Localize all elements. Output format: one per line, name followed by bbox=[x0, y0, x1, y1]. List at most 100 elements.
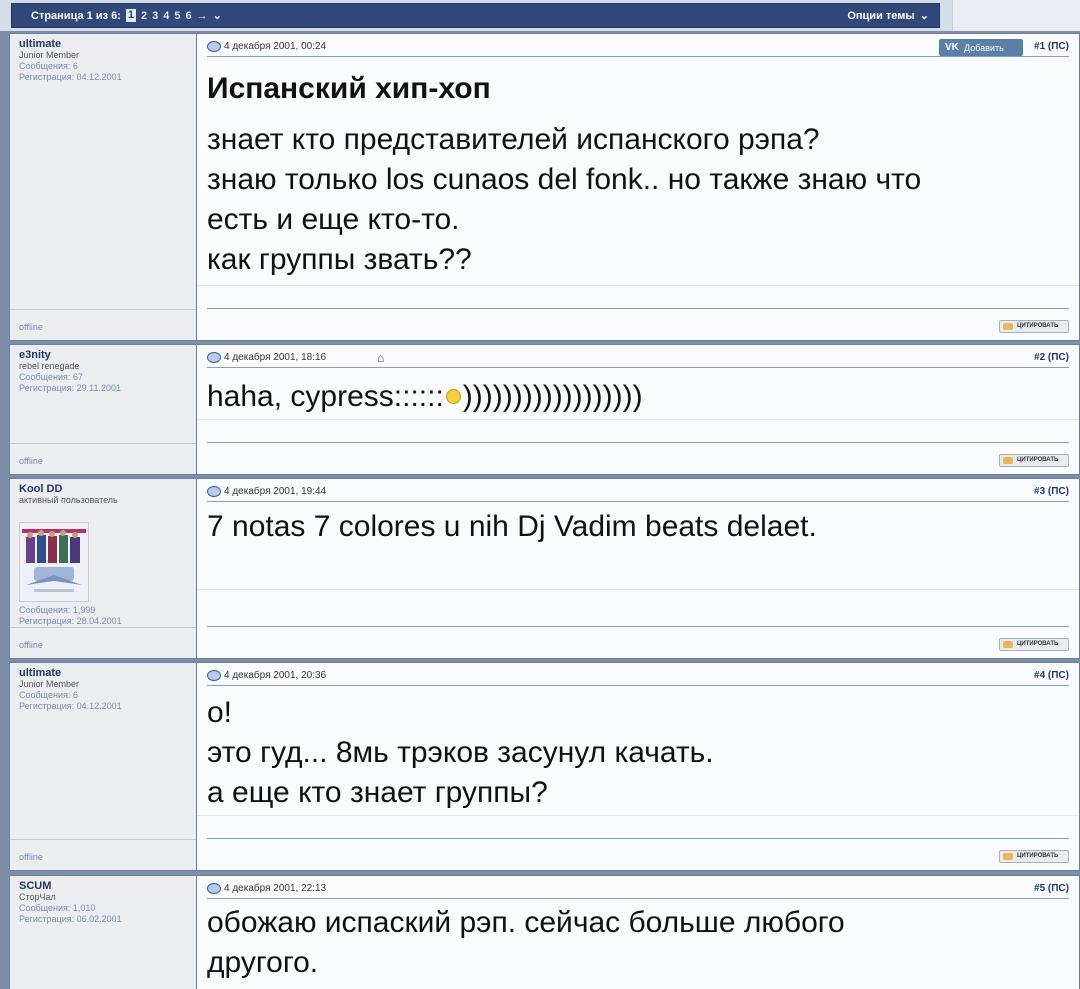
message-line: это гуд... 8мь трэков засунул качать. bbox=[207, 736, 714, 769]
post-footer: ЦИТИРОВАТЬ bbox=[207, 308, 1069, 335]
post-content: 4 декабря 2001, 22:13 #5 (ПС) обожаю исп… bbox=[197, 876, 1079, 989]
thread-toolbar: Страница 1 из 6: 1 2 3 4 5 6 → ⌄ Опции т… bbox=[0, 0, 1080, 31]
user-registration-date: Регистрация: 04.12.2001 bbox=[19, 701, 122, 711]
message-line: о! bbox=[207, 696, 233, 729]
post-bubble-icon bbox=[207, 883, 221, 894]
post-content: 4 декабря 2001, 18:16 ⌂ #2 (ПС) haha, cy… bbox=[197, 345, 1079, 474]
signature-divider bbox=[197, 815, 1079, 816]
user-post-count: Сообщения: 67 bbox=[19, 372, 83, 382]
quote-button[interactable]: ЦИТИРОВАТЬ bbox=[999, 850, 1069, 863]
message-line: как группы звать?? bbox=[207, 243, 472, 276]
user-info-panel: ultimate Junior Member Сообщения: 6 Реги… bbox=[10, 34, 197, 340]
user-panel-divider bbox=[10, 309, 196, 310]
thread-options-menu[interactable]: Опции темы ⌄ bbox=[847, 9, 929, 23]
vk-share-button[interactable]: VK Добавить bbox=[939, 39, 1023, 56]
quote-icon bbox=[1003, 323, 1013, 330]
user-registration-date: Регистрация: 28.04.2001 bbox=[19, 616, 122, 626]
username-link[interactable]: SCUM bbox=[19, 880, 187, 892]
avatar-image bbox=[20, 523, 88, 601]
username-link[interactable]: e3nity bbox=[19, 349, 187, 361]
message-text-end: )))))))))))))))))) bbox=[462, 380, 643, 413]
quote-icon bbox=[1003, 457, 1013, 464]
vk-share-label: Добавить bbox=[964, 43, 1004, 53]
user-registration-date: Регистрация: 29.11.2001 bbox=[19, 383, 121, 393]
page-link-2[interactable]: 2 bbox=[141, 10, 147, 22]
smiley-icon bbox=[445, 388, 461, 404]
post-number-link[interactable]: #5 (ПС) bbox=[1034, 883, 1069, 894]
user-post-count: Сообщения: 1,010 bbox=[19, 903, 96, 913]
quote-button[interactable]: ЦИТИРОВАТЬ bbox=[999, 638, 1069, 651]
post-header: 4 декабря 2001, 00:24 VK Добавить #1 (ПС… bbox=[207, 39, 1069, 57]
quote-button[interactable]: ЦИТИРОВАТЬ bbox=[999, 320, 1069, 333]
post-message: haha, cypress::::::)))))))))))))))))) bbox=[207, 377, 643, 417]
post-2: e3nity rebel renegade Сообщения: 67 Реги… bbox=[9, 344, 1080, 475]
post-title: Испанский хип-хоп bbox=[207, 72, 491, 105]
user-info-panel: e3nity rebel renegade Сообщения: 67 Реги… bbox=[10, 345, 197, 474]
next-page-arrow-icon[interactable]: → bbox=[197, 10, 208, 22]
quote-button[interactable]: ЦИТИРОВАТЬ bbox=[999, 454, 1069, 467]
message-line: другого. bbox=[207, 946, 319, 979]
username-link[interactable]: Kool DD bbox=[19, 483, 187, 495]
quote-label: ЦИТИРОВАТЬ bbox=[1017, 457, 1059, 463]
user-title: СторЧал bbox=[19, 892, 56, 902]
page-link-6[interactable]: 6 bbox=[186, 10, 192, 22]
quote-label: ЦИТИРОВАТЬ bbox=[1017, 853, 1059, 859]
toolbar-tab-area bbox=[952, 0, 1080, 31]
post-message: 7 notas 7 colores u nih Dj Vadim beats d… bbox=[207, 507, 817, 547]
home-icon[interactable]: ⌂ bbox=[377, 351, 384, 365]
post-date: 4 декабря 2001, 19:44 bbox=[224, 486, 327, 497]
signature-divider bbox=[197, 285, 1079, 286]
message-line: есть и еще кто-то. bbox=[207, 203, 460, 236]
user-info-panel: Kool DD активный пользователь Сообщения:… bbox=[10, 479, 197, 658]
user-info-panel: SCUM СторЧал Сообщения: 1,010 Регистраци… bbox=[10, 876, 197, 989]
page-jump-dropdown-icon[interactable]: ⌄ bbox=[213, 9, 222, 22]
chevron-down-icon[interactable]: ⌄ bbox=[920, 9, 929, 22]
thread-options-label[interactable]: Опции темы bbox=[847, 10, 914, 22]
user-title: Junior Member bbox=[19, 50, 80, 60]
username-link[interactable]: ultimate bbox=[19, 38, 187, 50]
username-link[interactable]: ultimate bbox=[19, 667, 187, 679]
page-count-label: Страница 1 из 6: bbox=[31, 9, 121, 22]
post-date: 4 декабря 2001, 18:16 bbox=[224, 352, 327, 363]
user-panel-divider bbox=[10, 839, 196, 840]
post-footer: ЦИТИРОВАТЬ bbox=[207, 626, 1069, 653]
post-number-link[interactable]: #1 (ПС) bbox=[1034, 41, 1069, 52]
page-link-5[interactable]: 5 bbox=[174, 10, 180, 22]
user-info-panel: ultimate Junior Member Сообщения: 6 Реги… bbox=[10, 663, 197, 870]
message-line: а еще кто знает группы? bbox=[207, 776, 548, 809]
user-panel-divider bbox=[10, 443, 196, 444]
signature-divider bbox=[197, 589, 1079, 590]
post-4: ultimate Junior Member Сообщения: 6 Реги… bbox=[9, 662, 1080, 871]
post-bubble-icon bbox=[207, 352, 221, 363]
post-bubble-icon bbox=[207, 670, 221, 681]
post-number-link[interactable]: #2 (ПС) bbox=[1034, 352, 1069, 363]
user-title: Junior Member bbox=[19, 679, 80, 689]
online-status: offline bbox=[19, 640, 43, 650]
post-header: 4 декабря 2001, 22:13 #5 (ПС) bbox=[207, 881, 1069, 899]
post-bubble-icon bbox=[207, 41, 221, 52]
pagination-bar: Страница 1 из 6: 1 2 3 4 5 6 → ⌄ Опции т… bbox=[11, 3, 940, 28]
page-link-3[interactable]: 3 bbox=[152, 10, 158, 22]
post-header: 4 декабря 2001, 19:44 #3 (ПС) bbox=[207, 484, 1069, 502]
message-line: знает кто представителей испанского рэпа… bbox=[207, 123, 820, 156]
online-status: offline bbox=[19, 456, 43, 466]
post-3: Kool DD активный пользователь Сообщения:… bbox=[9, 478, 1080, 659]
current-page: 1 bbox=[125, 9, 137, 22]
post-message: знает кто представителей испанского рэпа… bbox=[207, 120, 921, 280]
post-date: 4 декабря 2001, 20:36 bbox=[224, 670, 327, 681]
user-registration-date: Регистрация: 06.02.2001 bbox=[19, 914, 122, 924]
page-link-4[interactable]: 4 bbox=[163, 10, 169, 22]
quote-icon bbox=[1003, 853, 1013, 860]
quote-icon bbox=[1003, 641, 1013, 648]
post-date: 4 декабря 2001, 00:24 bbox=[224, 41, 327, 52]
online-status: offline bbox=[19, 322, 43, 332]
message-line: 7 notas 7 colores u nih Dj Vadim beats d… bbox=[207, 510, 817, 543]
post-number-link[interactable]: #4 (ПС) bbox=[1034, 670, 1069, 681]
user-panel-divider bbox=[10, 627, 196, 628]
post-header: 4 декабря 2001, 18:16 ⌂ #2 (ПС) bbox=[207, 350, 1069, 368]
vk-icon: VK bbox=[945, 42, 959, 53]
user-post-count: Сообщения: 1,999 bbox=[19, 605, 96, 615]
online-status: offline bbox=[19, 852, 43, 862]
user-avatar[interactable] bbox=[19, 522, 89, 602]
post-number-link[interactable]: #3 (ПС) bbox=[1034, 486, 1069, 497]
